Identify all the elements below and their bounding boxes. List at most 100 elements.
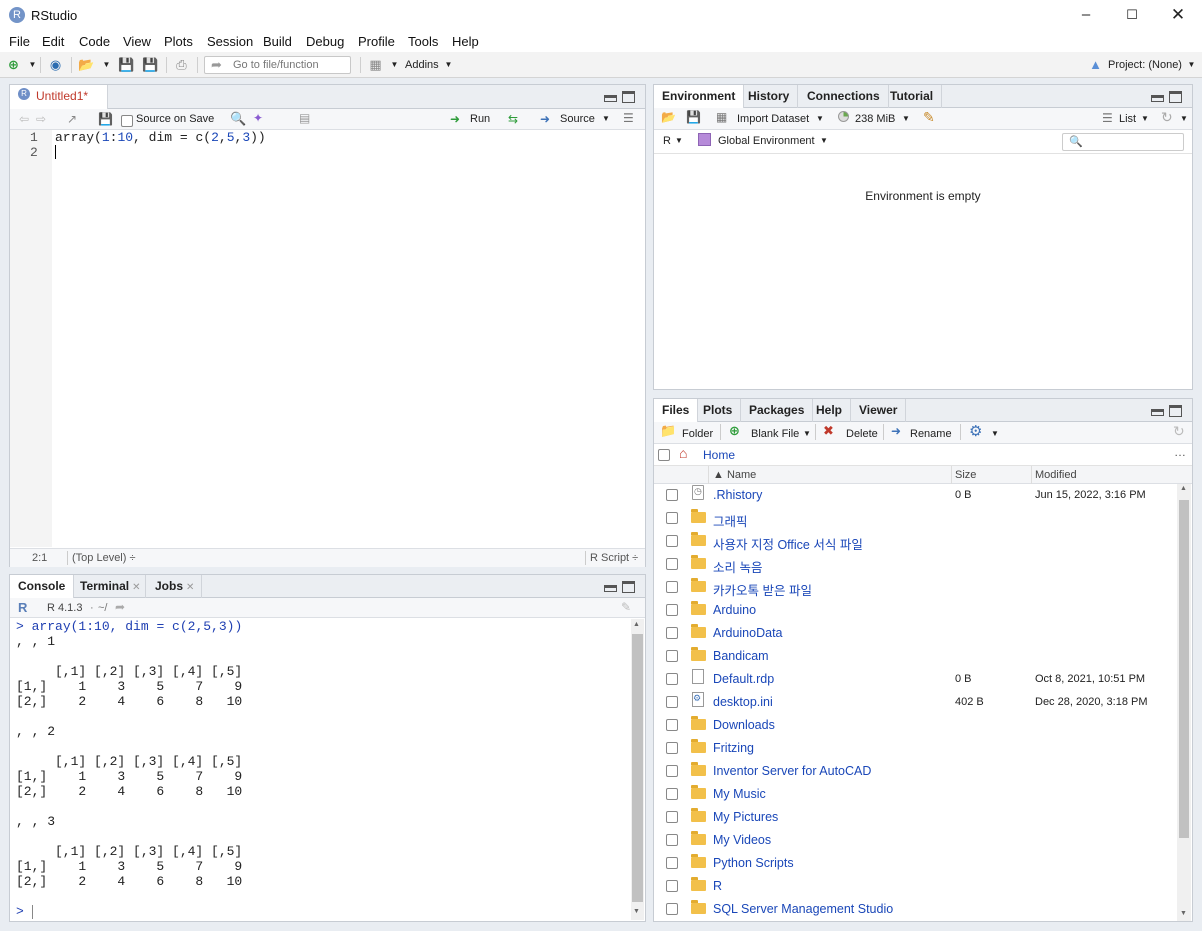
chevron-down-icon[interactable]: ▼ bbox=[902, 114, 910, 123]
scroll-down-icon[interactable]: ▼ bbox=[1180, 910, 1187, 917]
pane-layout-icon[interactable]: ▦ bbox=[367, 56, 384, 73]
chevron-down-icon[interactable]: ▼ bbox=[1141, 114, 1149, 123]
run-button[interactable]: Run bbox=[470, 113, 490, 125]
scope-selector[interactable]: Global Environment bbox=[718, 135, 815, 147]
console-minmax-icon[interactable] bbox=[604, 581, 638, 593]
tab-environment[interactable]: Environment bbox=[654, 85, 745, 109]
console-output[interactable]: > array(1:10, dim = c(2,5,3)) , , 1 [,1]… bbox=[16, 619, 626, 919]
clear-console-icon[interactable]: ✎ bbox=[621, 600, 631, 614]
memory-usage[interactable]: 238 MiB bbox=[855, 113, 895, 125]
close-tab-icon[interactable]: ✕ bbox=[132, 582, 140, 593]
file-row[interactable]: Bandicam bbox=[654, 645, 1176, 668]
file-row[interactable]: My Music bbox=[654, 783, 1176, 806]
select-all-checkbox[interactable] bbox=[658, 449, 670, 461]
refresh-icon[interactable]: ↻ bbox=[1173, 423, 1185, 440]
menu-debug[interactable]: Debug bbox=[306, 34, 344, 49]
file-row[interactable]: My Pictures bbox=[654, 806, 1176, 829]
column-header-size[interactable]: Size bbox=[955, 469, 976, 481]
menu-file[interactable]: File bbox=[9, 34, 30, 49]
console-scrollbar[interactable]: ▲ ▼ bbox=[631, 619, 644, 920]
file-name-link[interactable]: 카카오톡 받은 파일 bbox=[713, 580, 812, 599]
menu-plots[interactable]: Plots bbox=[164, 34, 193, 49]
file-row-checkbox[interactable] bbox=[666, 811, 678, 823]
scroll-thumb[interactable] bbox=[1179, 500, 1189, 838]
import-dataset-button[interactable]: Import Dataset bbox=[737, 113, 809, 125]
file-name-link[interactable]: desktop.ini bbox=[713, 695, 773, 709]
file-name-link[interactable]: 사용자 지정 Office 서식 파일 bbox=[713, 534, 863, 553]
tab-jobs[interactable]: Jobs ✕ bbox=[147, 575, 202, 598]
save-icon[interactable]: 💾 bbox=[118, 56, 135, 73]
forward-icon[interactable]: ⇨ bbox=[36, 112, 46, 126]
new-folder-button[interactable]: Folder bbox=[682, 428, 713, 440]
rename-button[interactable]: Rename bbox=[910, 428, 952, 440]
new-project-icon[interactable]: ◉ bbox=[47, 56, 64, 73]
menu-tools[interactable]: Tools bbox=[408, 34, 438, 49]
file-name-link[interactable]: Default.rdp bbox=[713, 672, 774, 686]
file-row-checkbox[interactable] bbox=[666, 696, 678, 708]
menu-build[interactable]: Build bbox=[263, 34, 292, 49]
file-row[interactable]: ⚙ desktop.ini 402 B Dec 28, 2020, 3:18 PM bbox=[654, 691, 1176, 714]
chevron-down-icon[interactable]: ▼ bbox=[440, 56, 457, 73]
file-row-checkbox[interactable] bbox=[666, 857, 678, 869]
source-on-save-checkbox[interactable] bbox=[121, 115, 133, 127]
tab-connections[interactable]: Connections bbox=[799, 85, 889, 108]
file-name-link[interactable]: Bandicam bbox=[713, 649, 769, 663]
more-options-icon[interactable]: … bbox=[1174, 445, 1186, 459]
chevron-down-icon[interactable]: ▼ bbox=[816, 114, 824, 123]
file-name-link[interactable]: Fritzing bbox=[713, 741, 754, 755]
files-scrollbar[interactable]: ▲ ▼ bbox=[1177, 484, 1191, 921]
environment-minmax-icon[interactable] bbox=[1151, 91, 1185, 103]
file-type-selector[interactable]: R Script ÷ bbox=[590, 552, 638, 564]
file-row[interactable]: SQL Server Management Studio bbox=[654, 898, 1176, 921]
file-name-link[interactable]: Arduino bbox=[713, 603, 756, 617]
chevron-down-icon[interactable]: ▼ bbox=[1183, 56, 1200, 73]
file-name-link[interactable]: My Pictures bbox=[713, 810, 778, 824]
chevron-down-icon[interactable]: ▼ bbox=[675, 136, 683, 145]
save-all-icon[interactable]: 💾 bbox=[142, 56, 159, 73]
chevron-down-icon[interactable]: ▼ bbox=[602, 114, 610, 123]
save-workspace-icon[interactable]: 💾 bbox=[686, 110, 701, 124]
refresh-icon[interactable]: ↻ bbox=[1161, 109, 1173, 126]
close-tab-icon[interactable]: ✕ bbox=[186, 582, 194, 593]
file-name-link[interactable]: ArduinoData bbox=[713, 626, 783, 640]
chevron-down-icon[interactable]: ▼ bbox=[820, 136, 828, 145]
file-name-link[interactable]: Downloads bbox=[713, 718, 775, 732]
file-row[interactable]: 카카오톡 받은 파일 bbox=[654, 576, 1176, 599]
file-row[interactable]: Python Scripts bbox=[654, 852, 1176, 875]
scroll-up-icon[interactable]: ▲ bbox=[1180, 485, 1187, 492]
file-row-checkbox[interactable] bbox=[666, 604, 678, 616]
show-in-window-icon[interactable]: ↗ bbox=[67, 112, 77, 126]
project-menu[interactable]: Project: (None) bbox=[1108, 59, 1182, 71]
file-name-link[interactable]: 소리 녹음 bbox=[713, 557, 762, 576]
column-header-modified[interactable]: Modified bbox=[1035, 469, 1077, 481]
load-workspace-icon[interactable]: 📂 bbox=[661, 110, 676, 124]
tab-console[interactable]: Console bbox=[10, 575, 75, 599]
file-name-link[interactable]: My Music bbox=[713, 787, 766, 801]
file-row[interactable]: ArduinoData bbox=[654, 622, 1176, 645]
file-row-checkbox[interactable] bbox=[666, 742, 678, 754]
go-to-directory-icon[interactable]: ➦ bbox=[115, 600, 125, 614]
file-name-link[interactable]: My Videos bbox=[713, 833, 771, 847]
file-row-checkbox[interactable] bbox=[666, 903, 678, 915]
menu-edit[interactable]: Edit bbox=[42, 34, 64, 49]
file-name-link[interactable]: Inventor Server for AutoCAD bbox=[713, 764, 871, 778]
file-row[interactable]: Downloads bbox=[654, 714, 1176, 737]
tab-packages[interactable]: Packages bbox=[741, 399, 814, 422]
rerun-icon[interactable]: ⇆ bbox=[508, 112, 518, 126]
tab-tutorial[interactable]: Tutorial bbox=[882, 85, 943, 108]
file-row-checkbox[interactable] bbox=[666, 512, 678, 524]
file-row-checkbox[interactable] bbox=[666, 558, 678, 570]
menu-code[interactable]: Code bbox=[79, 34, 110, 49]
back-icon[interactable]: ⇦ bbox=[19, 112, 29, 126]
file-row-checkbox[interactable] bbox=[666, 719, 678, 731]
menu-view[interactable]: View bbox=[123, 34, 151, 49]
file-row[interactable]: 소리 녹음 bbox=[654, 553, 1176, 576]
broom-icon[interactable]: ✎ bbox=[923, 109, 935, 126]
menu-session[interactable]: Session bbox=[207, 34, 253, 49]
menu-help[interactable]: Help bbox=[452, 34, 479, 49]
file-row[interactable]: 사용자 지정 Office 서식 파일 bbox=[654, 530, 1176, 553]
file-name-link[interactable]: .Rhistory bbox=[713, 488, 762, 502]
chevron-down-icon[interactable]: ▼ bbox=[98, 56, 115, 73]
tab-help[interactable]: Help bbox=[808, 399, 852, 422]
file-row[interactable]: Fritzing bbox=[654, 737, 1176, 760]
